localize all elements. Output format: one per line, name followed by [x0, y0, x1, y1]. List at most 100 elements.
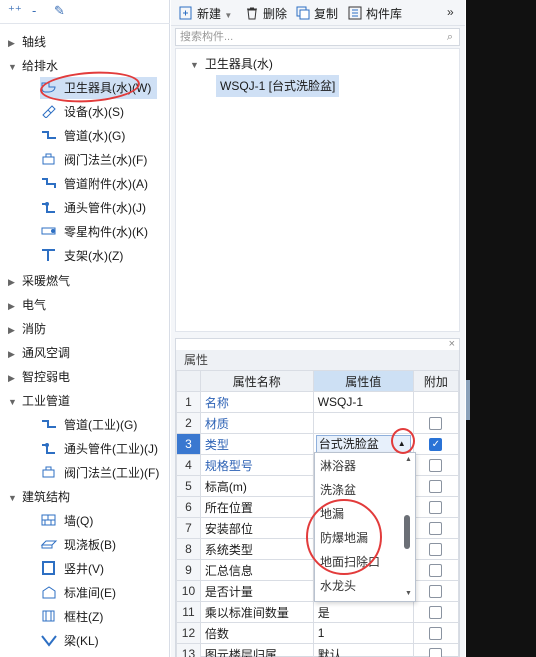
attach-checkbox[interactable]: [429, 543, 443, 557]
attach-cell[interactable]: ✓: [412, 433, 460, 455]
tree-item[interactable]: 管道附件(水)(A): [40, 173, 148, 195]
attach-cell[interactable]: [412, 643, 460, 657]
row-number: 5: [176, 475, 201, 497]
row-number: 8: [176, 538, 201, 560]
collapsed-arrow-icon: ▶: [8, 301, 15, 311]
dropdown-option[interactable]: 洗涤盆: [320, 481, 356, 498]
category-water[interactable]: ▼ 给排水: [8, 55, 58, 77]
tree-item-label: 通头管件(工业)(J): [64, 442, 158, 456]
attach-checkbox[interactable]: [429, 606, 443, 620]
property-row[interactable]: 11 乘以标准间数量是: [176, 601, 460, 623]
tree-item[interactable]: 管道(工业)(G): [40, 414, 137, 436]
tree-group[interactable]: ▼ 卫生器具(水): [190, 55, 273, 72]
property-value-cell[interactable]: 是: [312, 601, 414, 623]
category-heating-gas[interactable]: ▶ 采暖燃气: [8, 270, 70, 292]
property-name: 乘以标准间数量: [199, 601, 314, 623]
attach-cell[interactable]: [412, 475, 460, 497]
property-value: 1: [317, 626, 325, 640]
attach-checkbox[interactable]: [429, 522, 443, 536]
tree-item[interactable]: 零星构件(水)(K): [40, 221, 148, 243]
collapse-all-icon[interactable]: -: [32, 3, 36, 18]
category-low-voltage[interactable]: ▶ 智控弱电: [8, 366, 70, 388]
attach-cell[interactable]: [412, 580, 460, 602]
tree-item[interactable]: 梁(KL): [40, 630, 99, 652]
library-label: 构件库: [366, 7, 403, 21]
tree-item[interactable]: 阀门法兰(工业)(F): [40, 462, 159, 484]
expand-all-icon[interactable]: ⁺⁺: [8, 3, 22, 19]
row-number: 3: [176, 433, 201, 455]
scroll-up-icon[interactable]: ▲: [405, 456, 412, 463]
tree-item[interactable]: 墙(Q): [40, 510, 93, 532]
dropdown-scrollbar[interactable]: [404, 515, 410, 549]
attach-cell[interactable]: [412, 538, 460, 560]
more-button[interactable]: »: [447, 5, 454, 19]
copy-button[interactable]: 复制: [296, 5, 338, 22]
category-label: 建筑结构: [22, 490, 71, 504]
dropdown-arrow-icon[interactable]: ▼: [224, 11, 232, 20]
shaft-icon: [40, 560, 58, 575]
property-row[interactable]: 1 名称 WSQJ-1: [176, 391, 460, 413]
collapsed-arrow-icon: ▶: [8, 349, 15, 359]
annotation-circle: [306, 499, 382, 575]
property-row[interactable]: 12 倍数 1: [176, 622, 460, 644]
attach-cell[interactable]: [412, 559, 460, 581]
property-row[interactable]: 2 材质: [176, 412, 460, 434]
search-icon[interactable]: ⌕: [447, 29, 453, 45]
attach-checkbox[interactable]: [429, 585, 443, 599]
tree-item[interactable]: 通头管件(工业)(J): [40, 438, 158, 460]
tree-item[interactable]: 竖井(V): [40, 558, 104, 580]
category-industrial[interactable]: ▼ 工业管道: [8, 390, 70, 412]
attach-cell[interactable]: [412, 391, 460, 413]
attach-cell[interactable]: [412, 601, 460, 623]
close-icon[interactable]: ×: [449, 338, 455, 350]
attach-checkbox[interactable]: [429, 627, 443, 641]
attach-checkbox[interactable]: [429, 417, 443, 431]
attach-cell[interactable]: [412, 622, 460, 644]
tree-item-label: 设备(水)(S): [64, 105, 124, 119]
tree-item[interactable]: 设备(水)(S): [40, 101, 124, 123]
expanded-arrow-icon: ▼: [8, 62, 17, 72]
category-fire[interactable]: ▶ 消防: [8, 318, 46, 340]
attach-cell[interactable]: [412, 412, 460, 434]
tree-item[interactable]: 现浇板(B): [40, 534, 116, 556]
category-electrical[interactable]: ▶ 电气: [8, 294, 46, 316]
attach-checkbox[interactable]: [429, 480, 443, 494]
tree-item[interactable]: 通头管件(水)(J): [40, 197, 146, 219]
tree-item[interactable]: 支架(水)(Z): [40, 245, 123, 267]
library-button[interactable]: 构件库: [348, 5, 402, 22]
dropdown-option[interactable]: 淋浴器: [320, 457, 356, 474]
attach-cell[interactable]: [412, 496, 460, 518]
scroll-down-icon[interactable]: ▼: [405, 590, 412, 597]
attach-checkbox[interactable]: [429, 459, 443, 473]
row-number: 2: [176, 412, 201, 434]
property-value-cell[interactable]: WSQJ-1: [312, 391, 414, 413]
attach-checkbox[interactable]: [429, 501, 443, 515]
tree-group-label: 卫生器具(水): [204, 57, 273, 71]
annotation-circle: [391, 428, 415, 454]
edit-icon[interactable]: ✎: [54, 3, 65, 19]
tree-item[interactable]: 标准间(E): [40, 582, 116, 604]
attach-cell[interactable]: [412, 454, 460, 476]
tree-item[interactable]: 框柱(Z): [40, 606, 103, 628]
property-value-cell[interactable]: 1: [312, 622, 414, 644]
attach-checkbox[interactable]: [429, 648, 443, 657]
property-row[interactable]: 13 图元楼层归属 默认: [176, 643, 460, 657]
tree-item-selected[interactable]: WSQJ-1 [台式洗脸盆]: [216, 75, 340, 97]
collapsed-arrow-icon: ▶: [8, 373, 15, 383]
delete-button[interactable]: 删除: [245, 5, 287, 22]
component-search-input[interactable]: 搜索构件... ⌕: [175, 28, 460, 46]
property-value-cell[interactable]: 默认: [312, 643, 414, 657]
attach-checkbox[interactable]: ✓: [429, 438, 443, 452]
attach-cell[interactable]: [412, 517, 460, 539]
panel-splitter[interactable]: [466, 380, 470, 420]
category-hvac[interactable]: ▶ 通风空调: [8, 342, 70, 364]
category-structure[interactable]: ▼ 建筑结构: [8, 486, 70, 508]
tree-item[interactable]: 管道(水)(G): [40, 125, 125, 147]
new-button[interactable]: 新建 ▼: [179, 5, 232, 22]
attach-checkbox[interactable]: [429, 564, 443, 578]
tree-item[interactable]: 阀门法兰(水)(F): [40, 149, 147, 171]
copy-label: 复制: [314, 7, 339, 21]
dropdown-option[interactable]: 水龙头: [320, 577, 356, 594]
category-axis[interactable]: ▶ 轴线: [8, 31, 46, 53]
property-name: 汇总信息: [199, 559, 314, 581]
